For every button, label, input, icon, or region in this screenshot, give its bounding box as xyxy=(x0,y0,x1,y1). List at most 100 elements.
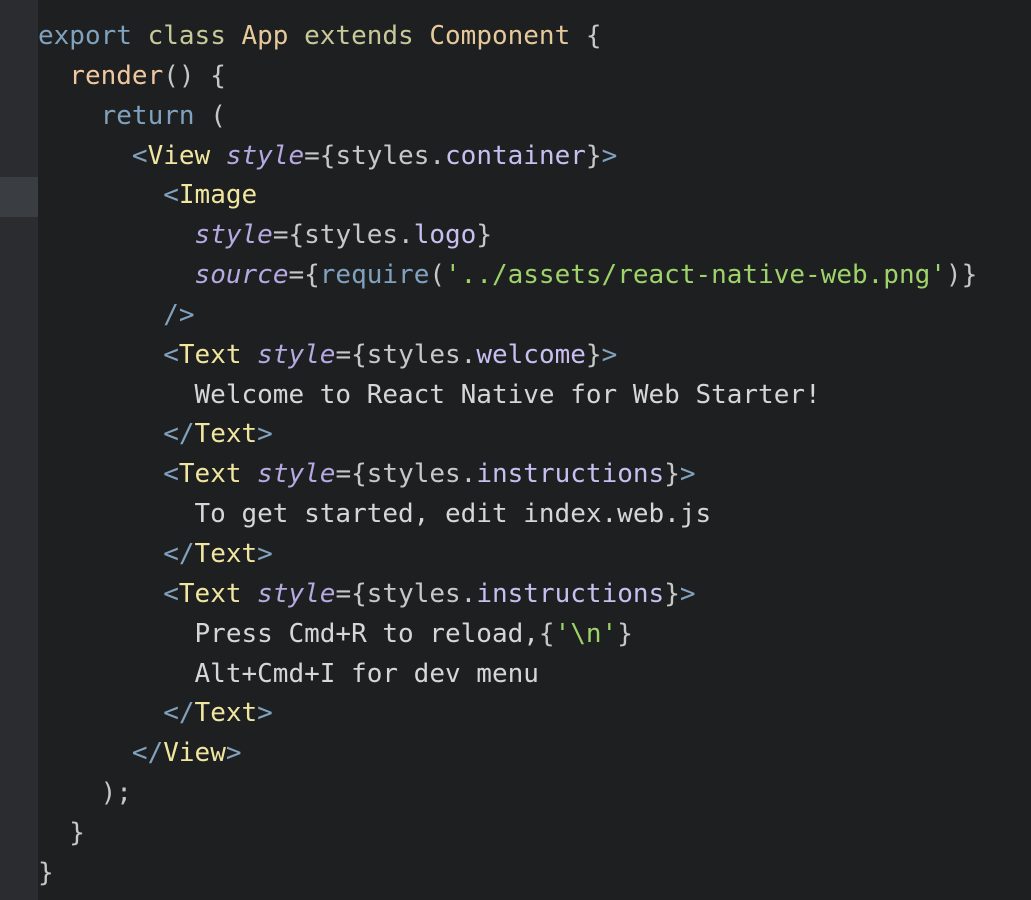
code-line[interactable]: </Text> xyxy=(38,415,1028,455)
code-token: To get started, edit index.web.js xyxy=(38,499,712,530)
code-token: logo xyxy=(413,220,477,251)
code-editor[interactable]: export class App extends Component { ren… xyxy=(0,0,1031,900)
code-token: > xyxy=(679,459,696,490)
code-token: ={styles. xyxy=(272,220,414,251)
code-token: } xyxy=(38,857,54,888)
code-token: View xyxy=(163,738,226,769)
code-token: Alt+Cmd+I for dev menu xyxy=(38,658,539,689)
code-token: } xyxy=(476,220,492,251)
code-token: ={styles. xyxy=(335,578,477,609)
code-token: Image xyxy=(178,180,258,211)
code-token: > xyxy=(257,538,273,569)
code-token: Text xyxy=(178,578,242,609)
code-token: ={styles. xyxy=(304,140,446,171)
code-token: ={styles. xyxy=(335,339,477,370)
code-token: < xyxy=(163,578,179,609)
code-line[interactable]: } xyxy=(38,854,1028,894)
code-token: style xyxy=(194,220,273,251)
code-token: App xyxy=(241,21,289,51)
code-token: > xyxy=(257,419,273,450)
code-token: > xyxy=(679,578,696,609)
code-line[interactable]: </Text> xyxy=(38,694,1028,734)
code-line[interactable]: ); xyxy=(38,774,1028,814)
code-line[interactable]: source={require('../assets/react-native-… xyxy=(38,256,1028,296)
code-line[interactable]: <View style={styles.container}> xyxy=(38,137,1028,177)
code-line[interactable]: Alt+Cmd+I for dev menu xyxy=(38,655,1028,695)
code-token: } xyxy=(617,618,633,649)
code-line[interactable]: </View> xyxy=(38,734,1028,774)
code-token: Text xyxy=(194,419,258,450)
code-line[interactable]: <Text style={styles.welcome}> xyxy=(38,336,1028,376)
code-token: ( xyxy=(194,100,226,131)
line-gutter xyxy=(0,0,38,900)
active-line-marker xyxy=(0,177,38,217)
code-token: source xyxy=(194,260,289,291)
code-token: '\n' xyxy=(554,618,618,649)
code-token: </ xyxy=(163,419,195,450)
code-token: style xyxy=(257,459,336,490)
code-area[interactable]: export class App extends Component { ren… xyxy=(38,17,1028,894)
code-token: } xyxy=(38,817,85,848)
code-token: style xyxy=(257,339,336,370)
code-token: ={ xyxy=(288,260,320,291)
code-token: instructions xyxy=(476,578,665,609)
code-line[interactable]: <Text style={styles.instructions}> xyxy=(38,575,1028,615)
code-token: Press Cmd+R to reload, xyxy=(38,618,539,649)
code-token: Text xyxy=(178,459,242,490)
code-line[interactable]: } xyxy=(38,814,1028,854)
code-token: > xyxy=(601,339,618,370)
code-line[interactable]: Press Cmd+R to reload,{'\n'} xyxy=(38,615,1028,655)
code-token: < xyxy=(163,339,179,370)
code-line[interactable]: return ( xyxy=(38,97,1028,137)
code-token: Component xyxy=(429,21,571,51)
code-token: { xyxy=(570,21,602,51)
code-token: () { xyxy=(163,60,226,91)
code-token: class xyxy=(131,21,242,51)
code-line[interactable]: render() { xyxy=(38,57,1028,97)
code-line[interactable]: <Text style={styles.instructions}> xyxy=(38,455,1028,495)
code-token: extends xyxy=(288,21,430,51)
code-token: Text xyxy=(194,698,258,729)
code-token: } xyxy=(664,578,680,609)
code-token: > xyxy=(601,140,618,171)
code-token: ={styles. xyxy=(335,459,477,490)
code-token: < xyxy=(131,140,148,171)
code-token: container xyxy=(445,140,586,171)
code-token: render xyxy=(69,60,164,91)
code-token: Text xyxy=(178,339,242,370)
code-line[interactable]: </Text> xyxy=(38,535,1028,575)
code-token: export xyxy=(38,21,132,51)
code-token: < xyxy=(163,180,179,211)
code-token: welcome xyxy=(476,339,586,370)
code-line[interactable]: /> xyxy=(38,296,1028,336)
code-line[interactable]: Welcome to React Native for Web Starter! xyxy=(38,376,1028,416)
code-line[interactable]: To get started, edit index.web.js xyxy=(38,495,1028,535)
code-line[interactable]: <Image xyxy=(38,176,1028,216)
code-token: Welcome to React Native for Web Starter! xyxy=(38,379,821,410)
code-line[interactable]: style={styles.logo} xyxy=(38,216,1028,256)
code-token: '../assets/react-native-web.png' xyxy=(445,260,946,291)
code-token: style xyxy=(225,140,305,171)
code-token: { xyxy=(538,618,555,649)
code-token: > xyxy=(225,738,242,769)
code-token: /> xyxy=(163,299,195,330)
code-token: < xyxy=(163,459,179,490)
code-token: > xyxy=(257,698,273,729)
code-token: } xyxy=(585,339,602,370)
code-line[interactable]: export class App extends Component { xyxy=(38,17,1028,57)
code-token: </ xyxy=(131,738,164,769)
